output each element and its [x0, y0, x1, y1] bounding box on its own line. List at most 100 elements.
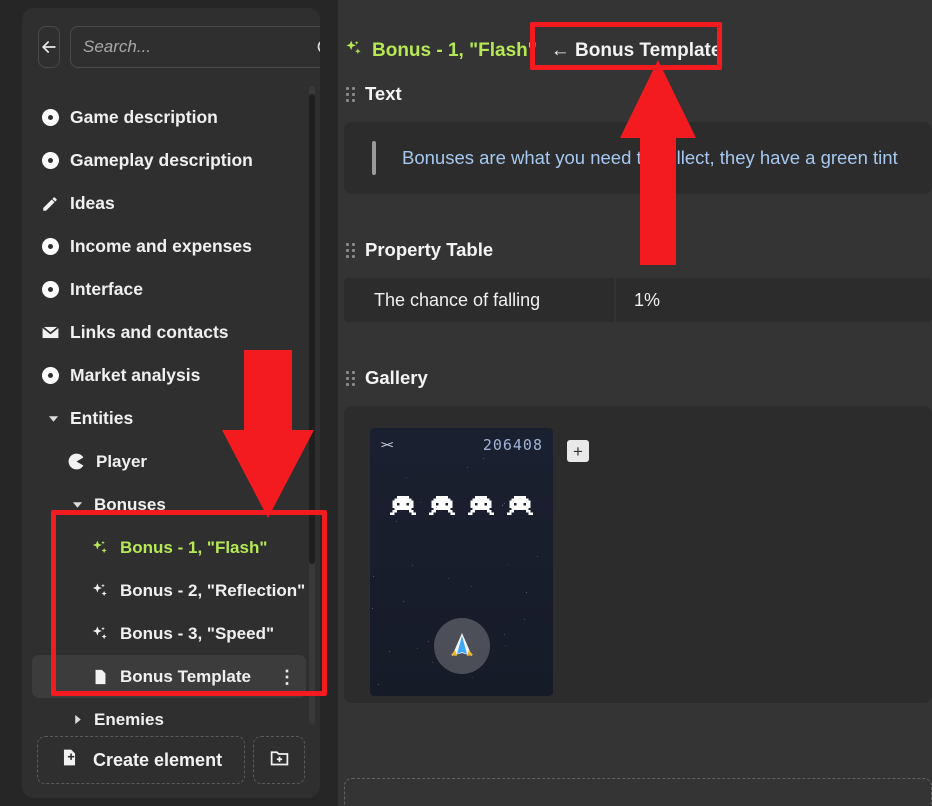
drag-handle-icon[interactable]: [346, 371, 355, 386]
create-element-button[interactable]: Create element: [37, 736, 245, 784]
sidebar-tree: Game description Gameplay description Idea…: [22, 86, 320, 726]
gallery-thumbnail[interactable]: >< 206408: [370, 428, 553, 696]
sidebar-item-player[interactable]: Player: [22, 440, 320, 483]
chevron-down-icon: [70, 499, 84, 510]
star-speck: [389, 651, 390, 652]
sidebar-scrollbar-thumb[interactable]: [309, 94, 315, 564]
sidebar-toolbar: [22, 8, 320, 74]
sidebar-item-label: Market analysis: [70, 365, 200, 386]
property-table: The chance of falling 1%: [344, 278, 932, 322]
section-heading-property-table: Property Table: [338, 228, 932, 272]
chevron-right-icon: [70, 714, 84, 725]
star-speck: [537, 556, 538, 557]
disc-icon: [40, 238, 60, 255]
search-icon: [315, 37, 320, 58]
sidebar-item-income-and-expenses[interactable]: Income and expenses: [22, 225, 320, 268]
section-heading-text: Text: [338, 72, 932, 116]
star-speck: [378, 684, 379, 685]
pencil-icon: [40, 195, 60, 213]
disc-icon: [40, 281, 60, 298]
sidebar-item-bonus-3-speed[interactable]: Bonus - 3, "Speed": [22, 612, 320, 655]
player-ship-icon: [434, 618, 490, 674]
star-speck: [505, 645, 506, 646]
sidebar-item-bonus-template[interactable]: Bonus Template ⋮: [32, 655, 306, 698]
sparkles-icon: [344, 39, 363, 64]
sparkles-icon: [90, 625, 110, 643]
file-icon: [90, 668, 110, 686]
sidebar: Game description Gameplay description Idea…: [22, 8, 320, 798]
star-speck: [472, 677, 473, 678]
star-speck: [396, 521, 397, 522]
page-title-text: Bonus - 1, "Flash": [372, 40, 537, 62]
star-speck: [428, 641, 429, 642]
invader-sprite: [468, 496, 494, 516]
sidebar-item-ideas[interactable]: Ideas: [22, 182, 320, 225]
disc-icon: [40, 367, 60, 384]
drag-handle-icon[interactable]: [346, 243, 355, 258]
star-speck: [508, 564, 509, 565]
sidebar-item-market-analysis[interactable]: Market analysis: [22, 354, 320, 397]
quote-bar: [372, 141, 376, 175]
back-to-template-link[interactable]: ← Bonus Template: [551, 40, 722, 62]
invader-sprite: [390, 496, 416, 516]
sidebar-item-bonus-2-reflection[interactable]: Bonus - 2, "Reflection": [22, 569, 320, 612]
sidebar-item-label: Player: [96, 452, 147, 472]
disc-icon: [40, 109, 60, 126]
text-block-body: Bonuses are what you need to collect, th…: [402, 147, 898, 169]
add-block-dropzone[interactable]: [344, 778, 932, 806]
sidebar-item-label: Bonus - 1, "Flash": [120, 538, 267, 558]
star-speck: [471, 586, 472, 587]
arrow-left-icon: [39, 37, 59, 57]
star-speck: [467, 467, 468, 468]
sidebar-item-enemies[interactable]: Enemies: [22, 698, 320, 726]
drag-handle-icon[interactable]: [346, 87, 355, 102]
sidebar-item-bonus-1-flash[interactable]: Bonus - 1, "Flash": [22, 526, 320, 569]
sidebar-item-label: Links and contacts: [70, 322, 229, 343]
search-box[interactable]: [70, 26, 320, 68]
sidebar-item-label: Income and expenses: [70, 236, 252, 257]
sparkles-icon: [90, 539, 110, 557]
envelope-icon: [40, 323, 60, 342]
star-speck: [483, 458, 484, 459]
game-hud-left: ><: [381, 438, 392, 451]
sidebar-item-label: Bonuses: [94, 495, 166, 515]
sidebar-item-bonuses[interactable]: Bonuses: [22, 483, 320, 526]
sidebar-item-label: Entities: [70, 408, 133, 429]
section-heading-text-label: Text: [365, 83, 402, 105]
game-score: 206408: [483, 436, 543, 454]
star-speck: [524, 619, 525, 620]
folder-plus-icon: [269, 747, 290, 773]
text-block-card[interactable]: Bonuses are what you need to collect, th…: [344, 122, 932, 194]
sidebar-item-game-description[interactable]: Game description: [22, 96, 320, 139]
sidebar-item-label: Bonus Template: [120, 667, 251, 687]
star-speck: [502, 505, 503, 506]
main-content: Bonus - 1, "Flash" ← Bonus Template Text…: [338, 0, 932, 806]
star-speck: [526, 592, 527, 593]
star-speck: [412, 565, 413, 566]
property-key[interactable]: The chance of falling: [344, 278, 616, 322]
gallery-card: >< 206408 +: [344, 406, 932, 703]
section-heading-property-table-label: Property Table: [365, 239, 493, 261]
create-element-label: Create element: [93, 750, 222, 771]
create-folder-button[interactable]: [253, 736, 305, 784]
star-speck: [504, 634, 505, 635]
sidebar-item-entities[interactable]: Entities: [22, 397, 320, 440]
sparkles-icon: [90, 582, 110, 600]
star-speck: [432, 662, 433, 663]
sidebar-back-button[interactable]: [38, 26, 60, 68]
chevron-down-icon: [46, 413, 60, 424]
property-value[interactable]: 1%: [616, 278, 932, 322]
star-speck: [448, 578, 449, 579]
gallery-add-button[interactable]: +: [567, 440, 589, 462]
search-input[interactable]: [83, 37, 307, 57]
star-speck: [373, 576, 374, 577]
star-speck: [504, 503, 505, 504]
item-context-menu-button[interactable]: ⋮: [278, 668, 296, 686]
app-root: Game description Gameplay description Idea…: [0, 0, 932, 806]
sidebar-item-interface[interactable]: Interface: [22, 268, 320, 311]
sidebar-item-label: Enemies: [94, 710, 164, 727]
star-speck: [420, 502, 421, 503]
sidebar-item-label: Game description: [70, 107, 218, 128]
sidebar-item-gameplay-description[interactable]: Gameplay description: [22, 139, 320, 182]
sidebar-item-links-and-contacts[interactable]: Links and contacts: [22, 311, 320, 354]
